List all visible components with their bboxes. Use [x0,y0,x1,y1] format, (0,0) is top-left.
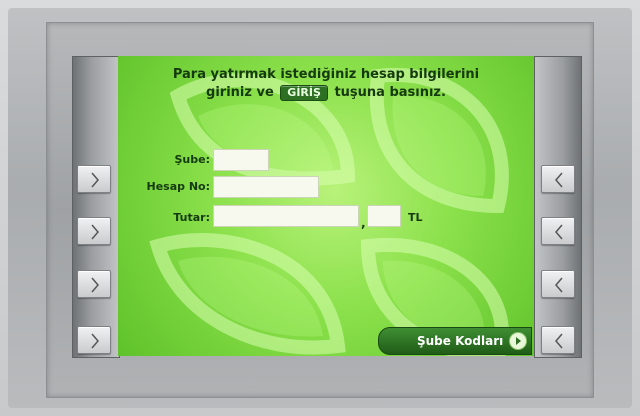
right-side-panel [534,56,582,358]
chevron-right-icon [91,333,99,349]
currency-label: TL [408,211,423,224]
left-function-key-3[interactable] [77,270,111,298]
giris-badge: GİRİŞ [280,85,328,101]
chevron-left-icon [555,333,563,349]
chevron-left-icon [555,277,563,293]
sube-label: Şube: [174,153,211,166]
instruction-line-2: giriniz ve GİRİŞ tuşuna basınız. [118,84,534,102]
tutar-whole-input[interactable] [213,205,359,227]
right-function-key-2[interactable] [541,217,575,245]
hesap-no-input[interactable] [213,176,319,198]
chevron-left-icon [555,224,563,240]
tutar-decimal-input[interactable] [367,205,401,227]
right-function-key-1[interactable] [541,165,575,193]
sube-kodlari-label: Şube Kodları [417,334,504,348]
hesap-no-label: Hesap No: [146,180,210,193]
chevron-left-icon [555,172,563,188]
chevron-right-icon [91,172,99,188]
sube-kodlari-button[interactable]: Şube Kodları [378,327,532,355]
instruction-post: tuşuna basınız. [334,85,446,100]
left-function-key-4[interactable] [77,326,111,354]
chevron-right-icon [91,277,99,293]
instruction-text: Para yatırmak istediğiniz hesap bilgiler… [118,66,534,102]
instruction-line-1: Para yatırmak istediğiniz hesap bilgiler… [172,67,480,82]
sube-input[interactable] [213,149,269,171]
left-side-panel [72,56,120,358]
right-function-key-3[interactable] [541,270,575,298]
play-arrow-icon [509,332,527,350]
atm-screen: Para yatırmak istediğiniz hesap bilgiler… [118,56,534,356]
right-function-key-4[interactable] [541,326,575,354]
instruction-pre: giriniz ve [206,85,274,100]
left-function-key-2[interactable] [77,217,111,245]
decimal-separator: , [361,216,366,230]
chevron-right-icon [91,224,99,240]
left-function-key-1[interactable] [77,165,111,193]
tutar-label: Tutar: [173,211,210,224]
